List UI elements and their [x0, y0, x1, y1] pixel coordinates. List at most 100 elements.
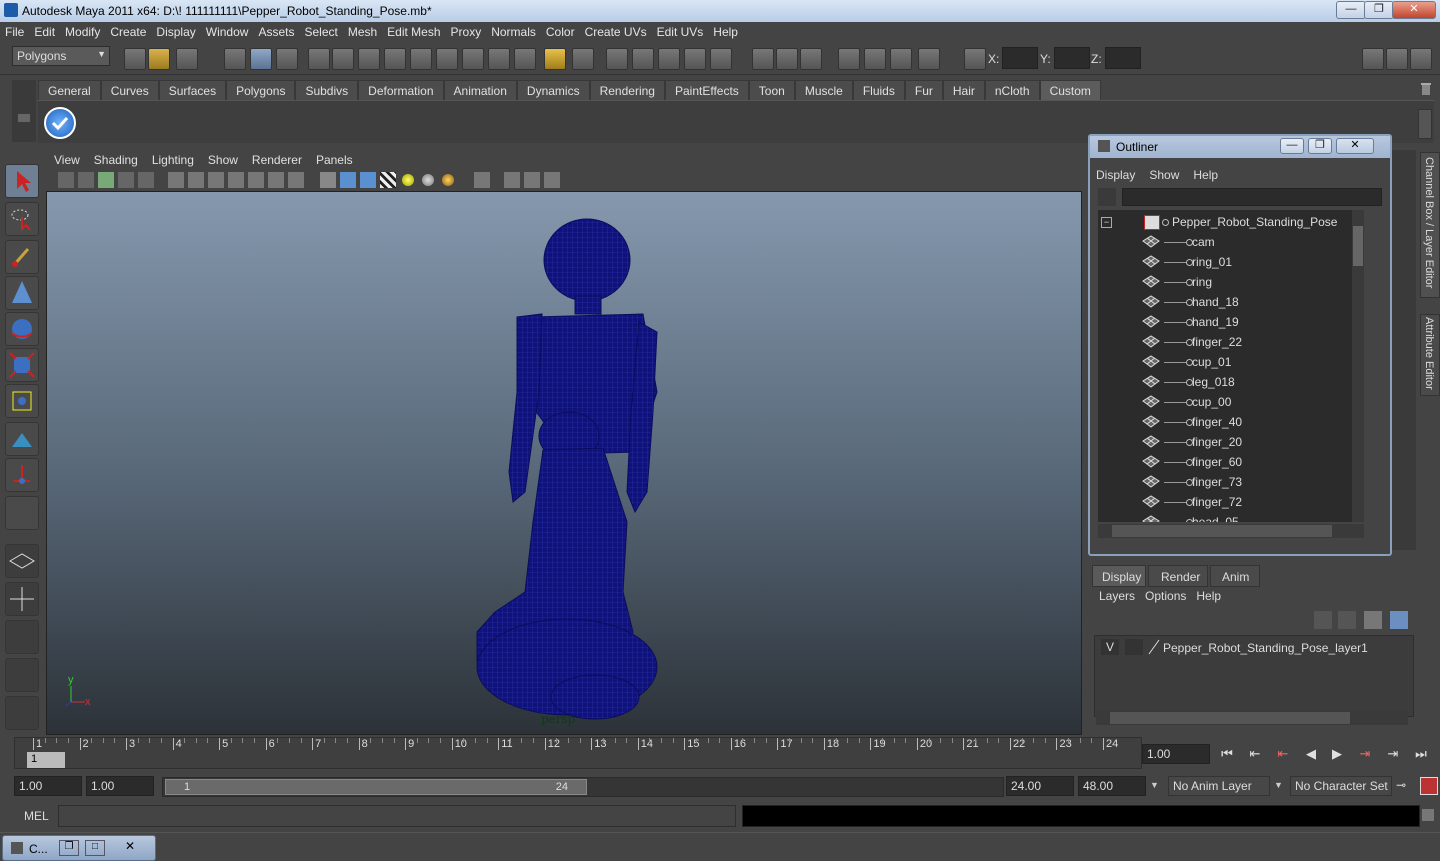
x-input[interactable]: [1002, 47, 1038, 69]
outliner-layout-icon[interactable]: [5, 620, 39, 654]
outliner-row[interactable]: hand_19: [1098, 312, 1364, 332]
create-layer-from-selected-icon[interactable]: [1390, 611, 1408, 629]
layer-tab-render[interactable]: Render: [1148, 565, 1208, 587]
camera-attributes-icon[interactable]: [78, 172, 94, 188]
shelf-tab-curves[interactable]: Curves: [100, 80, 159, 101]
character-set-chevron-icon[interactable]: ▼: [1274, 780, 1283, 790]
step-back-frame-icon[interactable]: ⇤: [1274, 744, 1292, 764]
outliner-list[interactable]: − Pepper_Robot_Standing_Pose cam ring_01 r…: [1098, 210, 1364, 522]
viewport-menu-show[interactable]: Show: [200, 152, 244, 167]
shelf-tab-dynamics[interactable]: Dynamics: [516, 80, 590, 101]
shadows-icon[interactable]: [442, 174, 454, 186]
step-forward-key-icon[interactable]: ⇥: [1384, 744, 1402, 764]
shelf-tab-rendering[interactable]: Rendering: [589, 80, 665, 101]
menu-window[interactable]: Window: [201, 22, 254, 39]
menu-edit[interactable]: Edit: [29, 22, 60, 39]
play-backwards-icon[interactable]: ◀: [1302, 744, 1320, 764]
snap-view-plane-icon[interactable]: [684, 48, 706, 70]
maximize-icon[interactable]: □: [85, 840, 105, 856]
outliner-root-row[interactable]: − Pepper_Robot_Standing_Pose: [1098, 212, 1364, 232]
range-bar[interactable]: 1 24: [165, 779, 587, 795]
close-icon[interactable]: ✕: [121, 839, 139, 853]
single-pane-layout-icon[interactable]: [5, 544, 39, 578]
layer-horizontal-scrollbar[interactable]: [1096, 711, 1408, 725]
layer-color-icon[interactable]: [1147, 639, 1161, 655]
menu-display[interactable]: Display: [151, 22, 200, 39]
outliner-maximize-button[interactable]: ❐: [1308, 138, 1332, 154]
layer-tab-anim[interactable]: Anim: [1210, 565, 1260, 587]
shelf-tab-muscle[interactable]: Muscle: [794, 80, 853, 101]
all-lights-icon[interactable]: [422, 174, 434, 186]
film-gate-icon[interactable]: [188, 172, 204, 188]
outliner-scroll-thumb[interactable]: [1353, 226, 1363, 266]
shelf-tab-subdivs[interactable]: Subdivs: [295, 80, 359, 101]
two-d-pan-zoom-icon[interactable]: [138, 172, 154, 188]
paint-select-tool-icon[interactable]: [5, 240, 39, 274]
minimize-button[interactable]: —: [1336, 1, 1366, 19]
outliner-row[interactable]: finger_72: [1098, 492, 1364, 512]
shelf-tab-painteffects[interactable]: PaintEffects: [664, 80, 749, 101]
wireframe-shading-icon[interactable]: [320, 172, 336, 188]
menu-file[interactable]: File: [0, 22, 29, 39]
go-to-start-icon[interactable]: ⏮: [1218, 744, 1236, 764]
show-channel-box-icon[interactable]: [1410, 48, 1432, 70]
close-button[interactable]: ✕: [1392, 1, 1436, 19]
render-view-icon[interactable]: [838, 48, 860, 70]
animation-end-field[interactable]: 48.00: [1078, 776, 1146, 796]
outliner-row[interactable]: finger_60: [1098, 452, 1364, 472]
current-time-field[interactable]: 1.00: [1142, 744, 1210, 764]
snap-point-icon[interactable]: [658, 48, 680, 70]
layer-menu-layers[interactable]: Layers: [1099, 589, 1135, 603]
resolution-gate-icon[interactable]: [208, 172, 224, 188]
shelf-menu-icon[interactable]: [18, 114, 30, 122]
select-joints-icon[interactable]: [358, 48, 380, 70]
outliner-menu-help[interactable]: Help: [1193, 168, 1218, 182]
move-layer-up-icon[interactable]: [1314, 611, 1332, 629]
shelf-tab-surfaces[interactable]: Surfaces: [158, 80, 227, 101]
default-lighting-icon[interactable]: [402, 174, 414, 186]
hypershade-layout-icon[interactable]: [5, 696, 39, 730]
select-surfaces-icon[interactable]: [410, 48, 432, 70]
select-dynamics-icon[interactable]: [462, 48, 484, 70]
shelf-tab-hair[interactable]: Hair: [942, 80, 985, 101]
menu-edit-mesh[interactable]: Edit Mesh: [382, 22, 445, 39]
outliner-row[interactable]: finger_22: [1098, 332, 1364, 352]
outliner-row[interactable]: leg_018: [1098, 372, 1364, 392]
lasso-tool-icon[interactable]: [5, 202, 39, 236]
outliner-row[interactable]: cam: [1098, 232, 1364, 252]
safe-action-icon[interactable]: [268, 172, 284, 188]
menu-create-uvs[interactable]: Create UVs: [580, 22, 652, 39]
anim-layer-chevron-icon[interactable]: ▼: [1150, 780, 1159, 790]
outliner-row[interactable]: finger_20: [1098, 432, 1364, 452]
last-tool-icon[interactable]: [5, 496, 39, 530]
outliner-filter-icon[interactable]: [1098, 188, 1116, 206]
xray-joints-icon[interactable]: [524, 172, 540, 188]
layer-row[interactable]: V Pepper_Robot_Standing_Pose_layer1: [1097, 638, 1411, 658]
make-live-icon[interactable]: [710, 48, 732, 70]
shelf-tab-animation[interactable]: Animation: [443, 80, 517, 101]
snap-curve-icon[interactable]: [632, 48, 654, 70]
absolute-transform-icon[interactable]: [964, 48, 986, 70]
select-object-icon[interactable]: [250, 48, 272, 70]
highlight-selection-icon[interactable]: [572, 48, 594, 70]
move-layer-down-icon[interactable]: [1338, 611, 1356, 629]
viewport-menu-renderer[interactable]: Renderer: [244, 152, 308, 167]
playback-start-field[interactable]: 1.00: [86, 776, 154, 796]
outliner-row[interactable]: head_05: [1098, 512, 1364, 522]
outliner-menu-show[interactable]: Show: [1149, 168, 1179, 182]
shelf-tab-deformation[interactable]: Deformation: [358, 80, 444, 101]
select-misc-icon[interactable]: [514, 48, 536, 70]
menu-assets[interactable]: Assets: [253, 22, 299, 39]
maximize-button[interactable]: ❐: [1364, 1, 1394, 19]
mask-icon[interactable]: [308, 48, 330, 70]
safe-title-icon[interactable]: [288, 172, 304, 188]
open-scene-icon[interactable]: [148, 48, 170, 70]
outliner-row[interactable]: finger_40: [1098, 412, 1364, 432]
anim-layer-selector[interactable]: No Anim Layer: [1168, 776, 1270, 796]
universal-manipulator-icon[interactable]: [5, 384, 39, 418]
play-forwards-icon[interactable]: ▶: [1328, 744, 1346, 764]
current-frame-marker[interactable]: 1: [27, 752, 65, 768]
xray-icon[interactable]: [504, 172, 520, 188]
lock-selection-icon[interactable]: [544, 48, 566, 70]
outliner-vertical-scrollbar[interactable]: [1352, 210, 1364, 522]
